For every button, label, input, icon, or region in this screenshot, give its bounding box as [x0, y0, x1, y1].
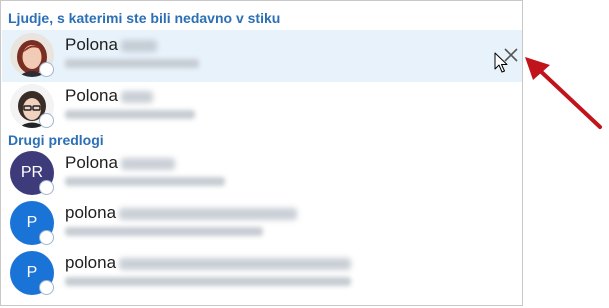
people-suggestions-panel: Ljudje, s katerimi ste bili nedavno v st… [0, 0, 523, 306]
contact-row[interactable]: P polona [2, 198, 522, 250]
presence-status-icon [39, 180, 54, 195]
redacted-email [65, 59, 199, 68]
contact-row[interactable]: PR Polona [2, 148, 522, 200]
contact-name: Polona [65, 153, 118, 172]
redacted-surname [120, 157, 175, 170]
presence-status-icon [39, 62, 54, 77]
contact-row[interactable]: Polona [2, 81, 522, 133]
presence-status-icon [39, 280, 54, 295]
redacted-email [65, 227, 263, 236]
redacted-address [119, 207, 298, 220]
section-title-recent: Ljudje, s katerimi ste bili nedavno v st… [8, 10, 281, 26]
presence-status-icon [39, 113, 54, 128]
presence-status-icon [39, 230, 54, 245]
mouse-cursor-icon [494, 52, 508, 74]
redacted-email [65, 110, 195, 119]
contact-row[interactable]: P polona [2, 248, 522, 300]
redacted-address [119, 257, 352, 270]
contact-name: Polona [65, 86, 118, 105]
contact-name: polona [65, 253, 117, 272]
redacted-email [65, 277, 351, 286]
redacted-surname [120, 39, 157, 52]
redacted-surname [120, 90, 153, 103]
section-title-other: Drugi predlogi [8, 132, 104, 148]
contact-row[interactable]: Polona [2, 30, 522, 82]
contact-name: polona [65, 203, 117, 222]
contact-name: Polona [65, 35, 118, 54]
redacted-email [65, 177, 225, 186]
red-arrow-icon [520, 55, 609, 135]
